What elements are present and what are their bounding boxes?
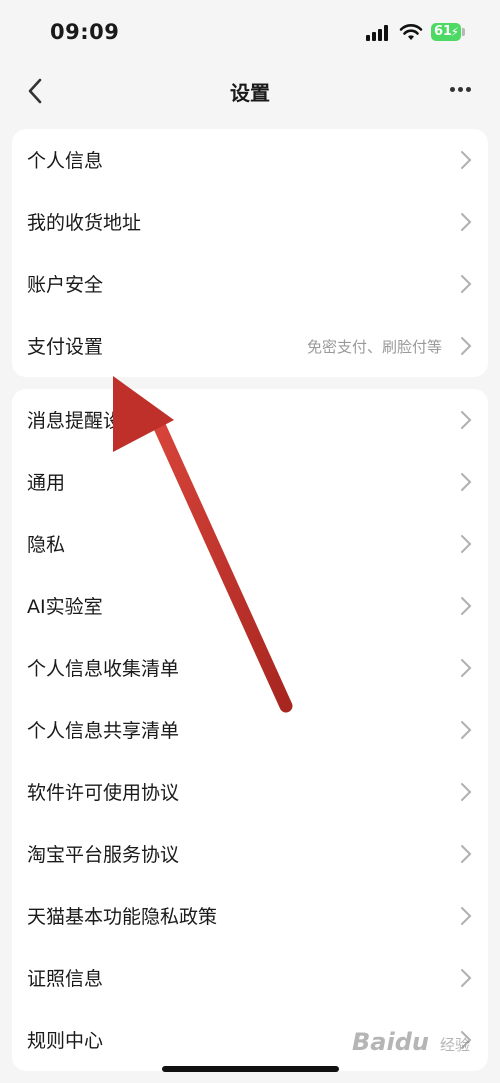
row-label: 隐私 [27,534,66,556]
settings-row-personal-info[interactable]: 个人信息 [12,129,488,191]
chevron-right-icon [461,213,472,231]
row-label: 个人信息共享清单 [27,720,180,742]
row-label: 软件许可使用协议 [27,782,180,804]
chevron-right-icon [461,783,472,801]
chevron-right-icon [461,969,472,987]
row-label: 个人信息收集清单 [27,658,180,680]
settings-row-info-sharing[interactable]: 个人信息共享清单 [12,699,488,761]
watermark-sub: 经验 [440,1036,471,1054]
chevron-right-icon [461,597,472,615]
chevron-right-icon [461,659,472,677]
wifi-icon [399,24,423,40]
watermark-text: Baidu [352,1028,429,1056]
settings-row-notifications[interactable]: 消息提醒设置 [12,389,488,451]
settings-row-privacy[interactable]: 隐私 [12,513,488,575]
row-label: 规则中心 [27,1030,104,1052]
row-label: 通用 [27,472,66,494]
settings-row-address[interactable]: 我的收货地址 [12,191,488,253]
status-bar: 09:09 61 ⚡ [0,0,500,66]
chevron-right-icon [461,411,472,429]
settings-group-general: 消息提醒设置 通用 隐私 AI实验室 个人信息收集清单 个人信息共享清单 软件许… [12,389,488,1071]
battery-icon: 61 ⚡ [431,23,465,41]
settings-row-general[interactable]: 通用 [12,451,488,513]
charging-bolt-icon: ⚡ [450,25,459,39]
settings-row-taobao-agreement[interactable]: 淘宝平台服务协议 [12,823,488,885]
settings-row-account-security[interactable]: 账户安全 [12,253,488,315]
row-label: 账户安全 [27,274,104,296]
row-label: 天猫基本功能隐私政策 [27,906,218,928]
chevron-right-icon [461,535,472,553]
battery-level: 61 [434,24,453,39]
settings-row-software-license[interactable]: 软件许可使用协议 [12,761,488,823]
settings-row-license-info[interactable]: 证照信息 [12,947,488,1009]
row-label: AI实验室 [27,596,103,618]
home-indicator [162,1066,339,1072]
row-label: 个人信息 [27,150,104,172]
status-time: 09:09 [50,20,120,44]
chevron-right-icon [461,845,472,863]
settings-group-account: 个人信息 我的收货地址 账户安全 支付设置 免密支付、刷脸付等 [12,129,488,377]
row-label: 消息提醒设置 [27,410,142,432]
chevron-right-icon [461,151,472,169]
nav-bar: 设置 [0,66,500,116]
chevron-right-icon [461,907,472,925]
chevron-right-icon [461,473,472,491]
row-label: 支付设置 [27,336,104,358]
settings-row-tmall-privacy[interactable]: 天猫基本功能隐私政策 [12,885,488,947]
chevron-right-icon [461,337,472,355]
more-dots-icon[interactable] [448,85,472,95]
baidu-watermark: Baidu 经验 [352,1022,482,1064]
settings-row-info-collection[interactable]: 个人信息收集清单 [12,637,488,699]
row-label: 我的收货地址 [27,212,142,234]
signal-icon [366,25,390,41]
row-label: 淘宝平台服务协议 [27,844,180,866]
chevron-right-icon [461,275,472,293]
settings-row-ai-lab[interactable]: AI实验室 [12,575,488,637]
chevron-right-icon [461,721,472,739]
page-title: 设置 [230,81,270,105]
row-subtitle: 免密支付、刷脸付等 [306,338,442,356]
row-label: 证照信息 [27,968,104,990]
settings-row-payment[interactable]: 支付设置 免密支付、刷脸付等 [12,315,488,377]
